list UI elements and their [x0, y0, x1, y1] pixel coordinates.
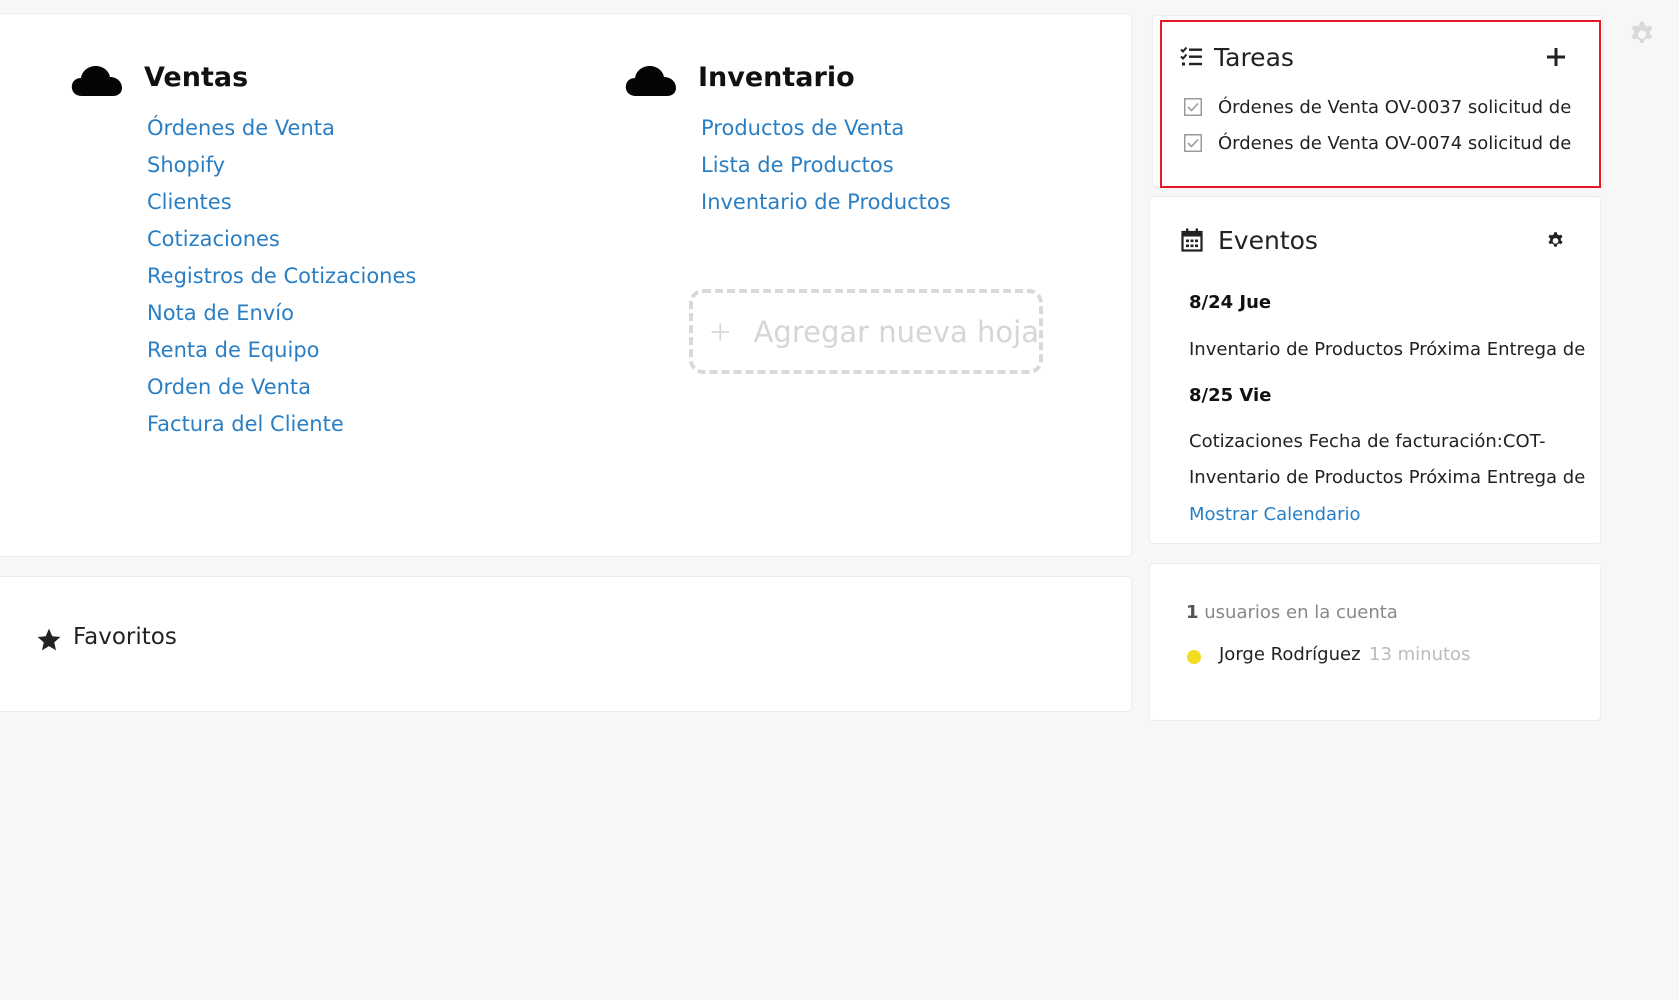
app-link[interactable]: Shopify	[147, 147, 416, 184]
app-link[interactable]: Órdenes de Venta	[147, 110, 416, 147]
cloud-icon	[625, 66, 676, 96]
group-title-inventario: Inventario	[698, 62, 855, 93]
star-icon	[37, 628, 61, 651]
events-card	[1149, 196, 1601, 544]
app-link[interactable]: Clientes	[147, 184, 416, 221]
group-title-ventas: Ventas	[144, 62, 249, 93]
status-dot	[1187, 650, 1201, 664]
app-link[interactable]: Inventario de Productos	[701, 184, 951, 221]
users-card	[1149, 563, 1601, 721]
event-item[interactable]: Inventario de Productos Próxima Entrega …	[1189, 339, 1585, 360]
event-date: 8/24 Jue	[1189, 292, 1272, 313]
cloud-icon	[71, 66, 122, 96]
gear-icon[interactable]	[1546, 231, 1565, 250]
app-link[interactable]: Lista de Productos	[701, 147, 951, 184]
add-task-button[interactable]	[1547, 48, 1565, 66]
events-title: Eventos	[1218, 226, 1318, 255]
checkbox-checked-icon[interactable]	[1184, 98, 1202, 116]
app-link[interactable]: Registros de Cotizaciones	[147, 258, 416, 295]
task-text: Órdenes de Venta OV-0037 solicitud de	[1218, 96, 1572, 118]
plus-icon	[711, 322, 730, 341]
user-name[interactable]: Jorge Rodríguez	[1219, 644, 1361, 665]
show-calendar-link[interactable]: Mostrar Calendario	[1189, 504, 1360, 525]
app-link[interactable]: Orden de Venta	[147, 369, 416, 406]
event-date: 8/25 Vie	[1189, 385, 1272, 406]
add-sheet-button[interactable]: Agregar nueva hoja	[689, 289, 1043, 374]
app-link[interactable]: Renta de Equipo	[147, 332, 416, 369]
task-item[interactable]: Órdenes de Venta OV-0037 solicitud de	[1184, 93, 1571, 121]
tasks-title: Tareas	[1214, 43, 1294, 72]
users-count: 1 usuarios en la cuenta	[1186, 602, 1398, 623]
event-item[interactable]: Cotizaciones Fecha de facturación:COT-	[1189, 431, 1545, 452]
settings-gear-icon[interactable]	[1628, 20, 1656, 48]
add-sheet-label: Agregar nueva hoja	[753, 314, 1039, 349]
users-count-label: usuarios en la cuenta	[1204, 602, 1398, 623]
calendar-icon	[1181, 228, 1203, 252]
app-link[interactable]: Factura del Cliente	[147, 406, 416, 443]
event-item[interactable]: Inventario de Productos Próxima Entrega …	[1189, 467, 1585, 488]
ventas-links: Órdenes de Venta Shopify Clientes Cotiza…	[147, 110, 416, 443]
task-item[interactable]: Órdenes de Venta OV-0074 solicitud de	[1184, 129, 1571, 157]
app-link[interactable]: Productos de Venta	[701, 110, 951, 147]
users-count-number: 1	[1186, 602, 1199, 623]
favorites-title: Favoritos	[73, 624, 177, 650]
app-link[interactable]: Nota de Envío	[147, 295, 416, 332]
inventario-links: Productos de Venta Lista de Productos In…	[701, 110, 951, 221]
task-text: Órdenes de Venta OV-0074 solicitud de	[1218, 132, 1572, 154]
user-last-seen: 13 minutos	[1369, 644, 1471, 665]
app-link[interactable]: Cotizaciones	[147, 221, 416, 258]
checklist-icon	[1180, 46, 1202, 66]
checkbox-checked-icon[interactable]	[1184, 134, 1202, 152]
